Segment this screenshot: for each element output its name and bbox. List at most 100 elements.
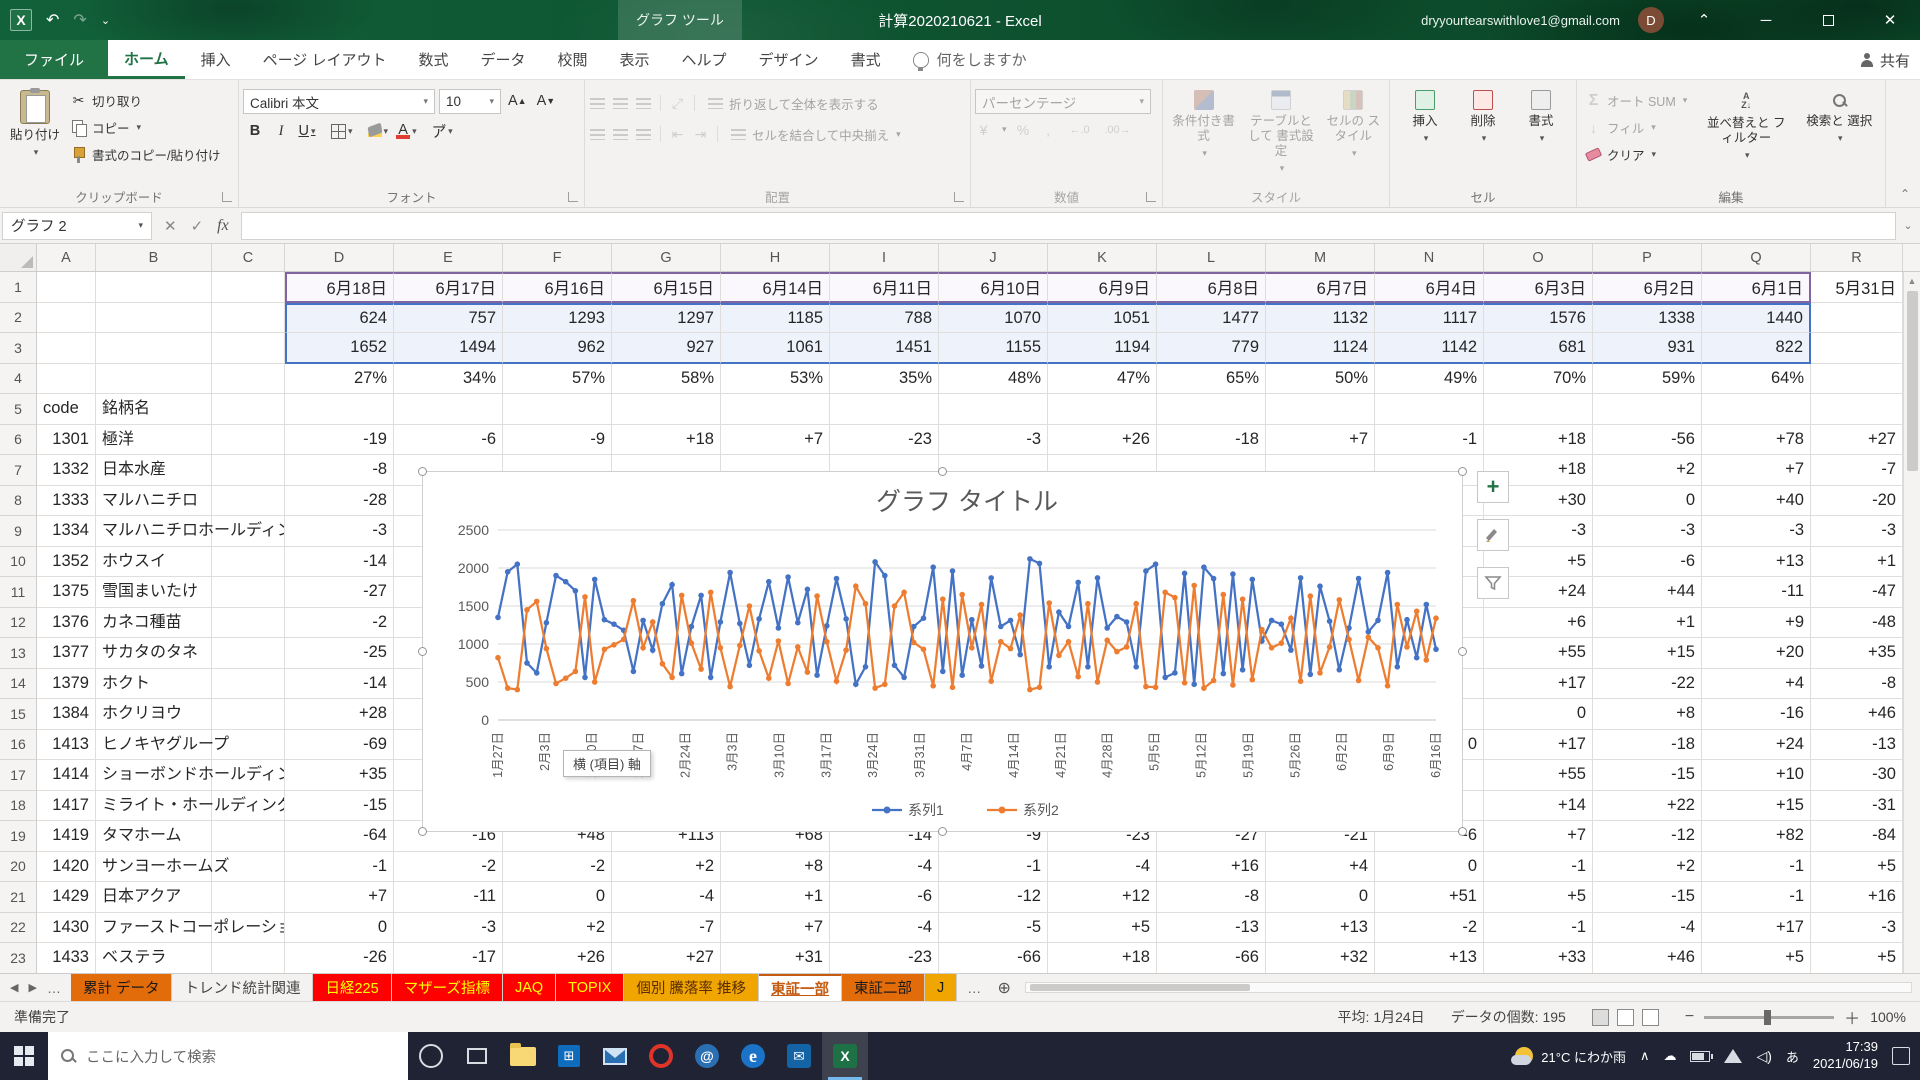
cell-B17[interactable]: ショーボンドホールディングス [96,760,212,791]
collapse-ribbon-button[interactable]: ⌃ [1900,187,1910,201]
cell-H3[interactable]: 1061 [721,333,830,364]
battery-icon[interactable] [1690,1051,1710,1062]
cell-R22[interactable]: -3 [1811,913,1903,944]
sheet-tab-日経225[interactable]: 日経225 [313,974,391,1001]
cell-E1[interactable]: 6月17日 [394,272,503,303]
cell-B23[interactable]: ベステラ [96,943,212,973]
cell-K3[interactable]: 1194 [1048,333,1157,364]
cell-A6[interactable]: 1301 [37,425,96,456]
cell-M2[interactable]: 1132 [1266,303,1375,334]
email-app-button[interactable]: @ [684,1032,730,1080]
cell-A23[interactable]: 1433 [37,943,96,973]
row-header-17[interactable]: 17 [0,760,37,791]
file-explorer-button[interactable] [500,1032,546,1080]
cortana-button[interactable] [408,1032,454,1080]
cell-R19[interactable]: -84 [1811,821,1903,852]
cell-H20[interactable]: +8 [721,852,830,883]
cell-R10[interactable]: +1 [1811,547,1903,578]
cell-D11[interactable]: -27 [285,577,394,608]
minimize-button[interactable]: ─ [1744,0,1788,40]
row-header-10[interactable]: 10 [0,547,37,578]
chart-handle-se[interactable] [1458,827,1467,836]
sheet-nav-right-icon[interactable]: ▶ [28,981,36,994]
cell-K5[interactable] [1048,394,1157,425]
cell-P22[interactable]: -4 [1593,913,1702,944]
cell-B2[interactable] [96,303,212,334]
cell-A5[interactable]: code [37,394,96,425]
cell-A18[interactable]: 1417 [37,791,96,822]
align-left-icon[interactable] [590,129,605,140]
column-header-K[interactable]: K [1048,244,1157,271]
cell-R9[interactable]: -3 [1811,516,1903,547]
cell-P20[interactable]: +2 [1593,852,1702,883]
cell-D14[interactable]: -14 [285,669,394,700]
currency-format-icon[interactable]: ¥ [975,121,992,138]
column-header-N[interactable]: N [1375,244,1484,271]
column-header-G[interactable]: G [612,244,721,271]
cell-P11[interactable]: +44 [1593,577,1702,608]
cell-R20[interactable]: +5 [1811,852,1903,883]
cell-R3[interactable] [1811,333,1903,364]
cell-M1[interactable]: 6月7日 [1266,272,1375,303]
cell-A14[interactable]: 1379 [37,669,96,700]
cell-F21[interactable]: 0 [503,882,612,913]
cell-K2[interactable]: 1051 [1048,303,1157,334]
cell-B20[interactable]: サンヨーホームズ [96,852,212,883]
cell-B19[interactable]: タマホーム [96,821,212,852]
alignment-dialog-launcher[interactable] [954,192,964,202]
cell-P6[interactable]: -56 [1593,425,1702,456]
merge-center-button[interactable]: セルを結合して中央揃え▾ [726,124,905,145]
insert-cells-button[interactable]: 挿入▾ [1398,84,1452,185]
row-header-22[interactable]: 22 [0,913,37,944]
cell-I20[interactable]: -4 [830,852,939,883]
cell-Q12[interactable]: +9 [1702,608,1811,639]
chart-canvas[interactable]: 05001000150020002500グラフ タイトル1月27日2月3日2月1… [423,472,1462,831]
cell-F1[interactable]: 6月16日 [503,272,612,303]
cell-I21[interactable]: -6 [830,882,939,913]
cell-B18[interactable]: ミライト・ホールディングス [96,791,212,822]
cell-A10[interactable]: 1352 [37,547,96,578]
avatar[interactable]: D [1638,7,1664,33]
cell-B7[interactable]: 日本水産 [96,455,212,486]
align-right-icon[interactable] [636,129,651,140]
paste-dropdown-icon[interactable]: ▾ [34,147,39,157]
cell-Q1[interactable]: 6月1日 [1702,272,1811,303]
chart-object[interactable]: 05001000150020002500グラフ タイトル1月27日2月3日2月1… [422,471,1463,832]
number-format-select[interactable]: パーセンテージ▾ [975,89,1151,114]
borders-button[interactable]: ▾ [328,119,356,143]
comma-format-icon[interactable]: , [1040,121,1057,138]
cell-G20[interactable]: +2 [612,852,721,883]
cell-A9[interactable]: 1334 [37,516,96,547]
paste-button[interactable]: 貼り付け▾ [4,84,66,185]
row-header-19[interactable]: 19 [0,821,37,852]
cell-B6[interactable]: 極洋 [96,425,212,456]
row-header-4[interactable]: 4 [0,364,37,395]
cell-A12[interactable]: 1376 [37,608,96,639]
chart-handle-w[interactable] [418,647,427,656]
cell-D21[interactable]: +7 [285,882,394,913]
cell-B13[interactable]: サカタのタネ [96,638,212,669]
cell-A17[interactable]: 1414 [37,760,96,791]
cell-G4[interactable]: 58% [612,364,721,395]
cell-M6[interactable]: +7 [1266,425,1375,456]
cell-D17[interactable]: +35 [285,760,394,791]
cell-D4[interactable]: 27% [285,364,394,395]
cell-M22[interactable]: +13 [1266,913,1375,944]
cell-B8[interactable]: マルハニチロ [96,486,212,517]
cell-N3[interactable]: 1142 [1375,333,1484,364]
cell-O17[interactable]: +55 [1484,760,1593,791]
vertical-scrollbar[interactable]: ▲ [1903,272,1920,973]
percent-format-icon[interactable]: % [1015,121,1032,138]
cell-R11[interactable]: -47 [1811,577,1903,608]
cell-Q20[interactable]: -1 [1702,852,1811,883]
cell-I4[interactable]: 35% [830,364,939,395]
cell-A7[interactable]: 1332 [37,455,96,486]
fill-button[interactable]: ↓フィル▾ [1581,117,1691,138]
cell-D2[interactable]: 624 [285,303,394,334]
taskbar-search-input[interactable]: ここに入力して検索 [48,1032,408,1080]
tab-表示[interactable]: 表示 [604,40,666,79]
wrap-text-button[interactable]: 折り返して全体を表示する [703,93,883,114]
format-as-table-button[interactable]: テーブルとして 書式設定▾ [1242,84,1319,185]
cell-I2[interactable]: 788 [830,303,939,334]
cell-E23[interactable]: -17 [394,943,503,973]
